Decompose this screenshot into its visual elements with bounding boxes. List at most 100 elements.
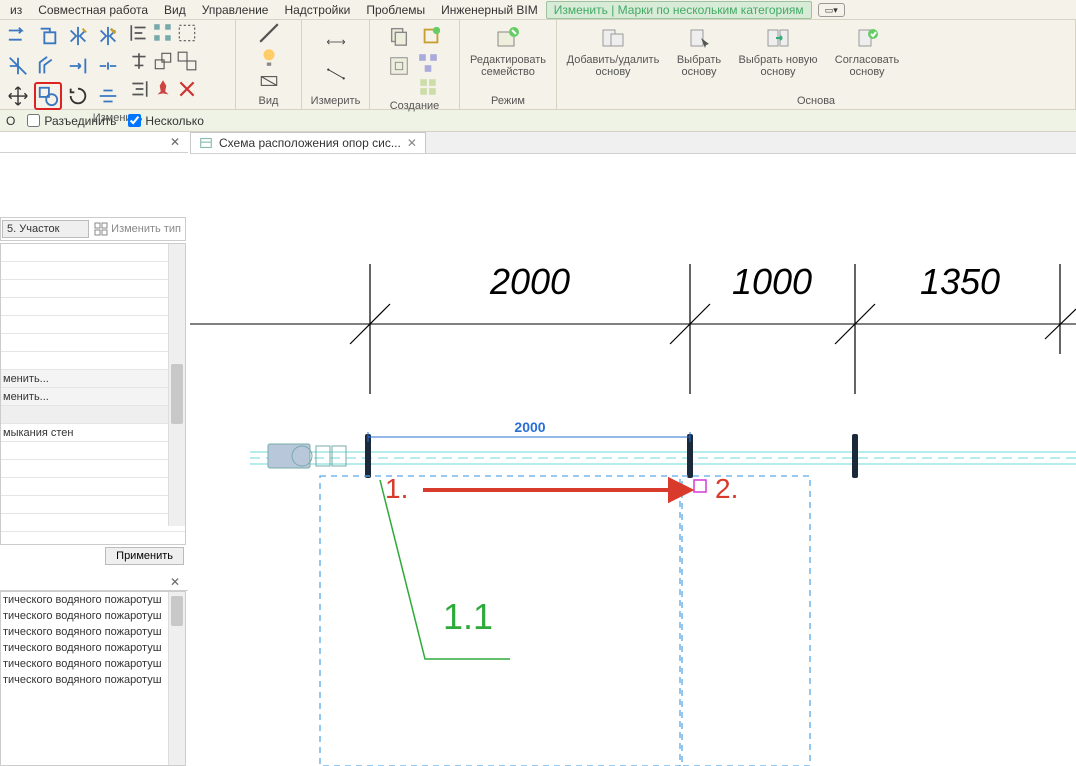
menu-bar: из Совместная работа Вид Управление Надс…: [0, 0, 1076, 20]
browser-item[interactable]: тического водяного пожаротуш: [1, 608, 185, 624]
options-bar: О Разъединить Несколько: [0, 110, 1076, 132]
document-tabs: Схема расположения опор сис... ✕: [190, 132, 1076, 154]
ribbon-group-measure: Измерить: [302, 20, 370, 109]
load-family-icon[interactable]: [417, 22, 445, 50]
delete-icon[interactable]: [176, 78, 198, 100]
grid-dim-2: 1000: [732, 261, 812, 302]
pick-new-host-button[interactable]: Выбрать новую основу: [733, 22, 823, 78]
option-label: О: [6, 114, 15, 128]
hide-icon[interactable]: [258, 70, 280, 92]
menu-item[interactable]: из: [2, 1, 30, 19]
scrollbar[interactable]: [168, 244, 185, 526]
add-remove-host-button[interactable]: Добавить/удалить основу: [561, 22, 665, 78]
type-selector: 5. Участок Изменить тип: [0, 217, 186, 241]
close-icon[interactable]: ✕: [166, 575, 184, 589]
annotation-1: 1.: [385, 473, 408, 504]
menu-item[interactable]: Совместная работа: [30, 1, 156, 19]
ribbon: Изменить Вид Измерить: [0, 20, 1076, 110]
ribbon-group-label: Измерить: [306, 93, 365, 109]
ribbon-group-label: Режим: [464, 93, 552, 109]
tag-text: 1.1: [443, 596, 493, 637]
extend-icon[interactable]: [64, 52, 92, 80]
properties-panel-header: ✕: [0, 132, 188, 153]
arrow-icon: [423, 480, 690, 500]
close-icon[interactable]: ✕: [407, 136, 417, 150]
left-column: ✕ 5. Участок Изменить тип ☰▴ менить...ме…: [0, 132, 188, 766]
multiple-checkbox[interactable]: [128, 114, 141, 127]
menu-item-active[interactable]: Изменить | Марки по нескольким категория…: [546, 1, 812, 19]
rotate-icon[interactable]: [64, 82, 92, 110]
grid-dim-3: 1350: [920, 261, 1000, 302]
align-icon[interactable]: [94, 82, 122, 110]
move4-icon[interactable]: [4, 82, 32, 110]
property-row[interactable]: менить...: [1, 370, 185, 388]
group-icon[interactable]: [176, 22, 198, 44]
reconcile-host-button[interactable]: Согласовать основу: [827, 22, 907, 78]
selection-marker: [694, 480, 706, 492]
menu-item[interactable]: Вид: [156, 1, 194, 19]
rotate-copy-icon[interactable]: [34, 82, 62, 110]
option-multiple[interactable]: Несколько: [128, 114, 203, 128]
ribbon-group-mode: Редактировать семейство Режим: [460, 20, 557, 109]
browser-panel: ✕ тического водяного пожаротуштического …: [0, 573, 188, 766]
assembly-icon[interactable]: [417, 52, 439, 74]
mirror-draw-icon[interactable]: [94, 22, 122, 50]
apply-button[interactable]: Применить: [105, 547, 184, 565]
edit-type-button[interactable]: Изменить тип: [90, 222, 185, 236]
pick-host-button[interactable]: Выбрать основу: [669, 22, 729, 78]
dimension-icon[interactable]: [313, 58, 359, 90]
type-combo[interactable]: 5. Участок: [2, 220, 89, 238]
align-right-icon[interactable]: [128, 78, 150, 100]
ribbon-state-icon[interactable]: ▭▾: [818, 3, 845, 17]
trim-icon[interactable]: [4, 52, 32, 80]
ribbon-group-label: Создание: [374, 98, 455, 114]
create-group-icon[interactable]: [385, 52, 413, 80]
browser-list[interactable]: тического водяного пожаротуштического во…: [0, 591, 186, 766]
property-row[interactable]: мыкания стен: [1, 424, 185, 442]
browser-item[interactable]: тического водяного пожаротуш: [1, 656, 185, 672]
linework-icon[interactable]: [258, 22, 280, 44]
mirror-pick-icon[interactable]: [64, 22, 92, 50]
create-similar-icon[interactable]: [385, 22, 413, 50]
option-disjoin[interactable]: Разъединить: [27, 114, 116, 128]
array-icon[interactable]: [152, 22, 174, 44]
align-left-icon[interactable]: [128, 22, 150, 44]
measure-icon[interactable]: [313, 26, 359, 58]
browser-item[interactable]: тического водяного пожаротуш: [1, 640, 185, 656]
browser-item[interactable]: тического водяного пожаротуш: [1, 592, 185, 608]
drawing-canvas[interactable]: 2000 1000 1350 2000: [190, 154, 1076, 766]
property-row[interactable]: [1, 442, 185, 460]
scale-icon[interactable]: [152, 50, 174, 72]
bulb-icon[interactable]: [258, 46, 280, 68]
parts-icon[interactable]: [417, 76, 439, 98]
copy-icon[interactable]: [34, 22, 62, 50]
ribbon-group-label: Основа: [561, 93, 1071, 109]
menu-item[interactable]: Инженерный BIM: [433, 1, 546, 19]
ribbon-group-host: Добавить/удалить основу Выбрать основу В…: [557, 20, 1076, 109]
edit-family-button[interactable]: Редактировать семейство: [464, 22, 552, 78]
move-icon[interactable]: [4, 22, 32, 50]
browser-item[interactable]: тического водяного пожаротуш: [1, 624, 185, 640]
ribbon-group-view: Вид: [236, 20, 302, 109]
browser-item[interactable]: тического водяного пожаротуш: [1, 672, 185, 688]
align-center-icon[interactable]: [128, 50, 150, 72]
menu-item[interactable]: Надстройки: [276, 1, 358, 19]
menu-item[interactable]: Управление: [194, 1, 277, 19]
pin-icon[interactable]: [152, 78, 174, 100]
annotation-2: 2.: [715, 473, 738, 504]
ungroup-icon[interactable]: [176, 50, 198, 72]
document-tab[interactable]: Схема расположения опор сис... ✕: [190, 132, 426, 153]
close-icon[interactable]: ✕: [166, 135, 184, 149]
properties-grid[interactable]: ☰▴ менить...менить...мыкания стен: [0, 243, 186, 545]
split-icon[interactable]: [94, 52, 122, 80]
disjoin-checkbox[interactable]: [27, 114, 40, 127]
dim-label: 2000: [514, 419, 545, 435]
offset-icon[interactable]: [34, 52, 62, 80]
ribbon-group-create: Создание: [370, 20, 460, 109]
ribbon-group-label: Вид: [240, 93, 297, 109]
view-icon: [199, 136, 213, 150]
menu-item[interactable]: Проблемы: [358, 1, 433, 19]
document-tab-title: Схема расположения опор сис...: [219, 136, 401, 150]
scrollbar[interactable]: [168, 592, 185, 765]
property-row[interactable]: менить...: [1, 388, 185, 406]
